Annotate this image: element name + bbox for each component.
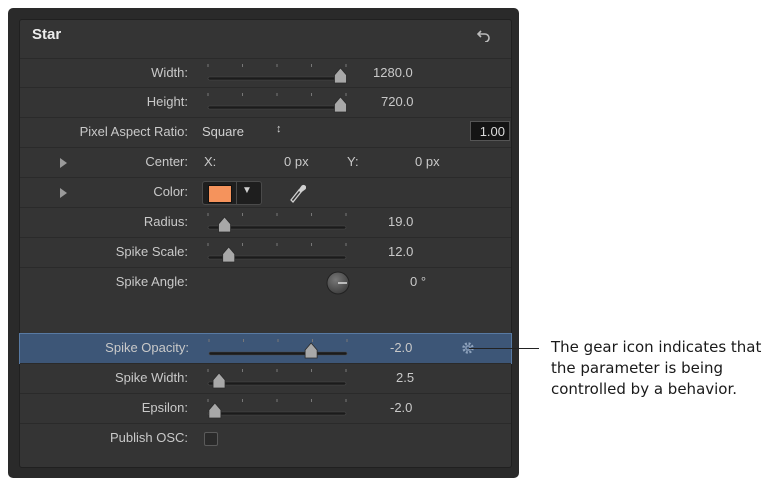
spike-width-slider[interactable] xyxy=(202,368,352,390)
slider-thumb xyxy=(218,216,231,233)
center-y-value[interactable]: 0 px xyxy=(415,154,440,169)
pixel-aspect-ratio-label: Pixel Aspect Ratio: xyxy=(79,124,188,139)
slider-track xyxy=(208,351,348,356)
callout-line-3: controlled by a behavior. xyxy=(551,380,738,398)
spike-scale-value[interactable]: 12.0 xyxy=(388,244,413,259)
spike-scale-slider[interactable] xyxy=(202,242,352,264)
slider-thumb xyxy=(334,96,347,113)
popup-updown-icon[interactable]: ↕ xyxy=(276,123,282,135)
star-parameters-panel: Star Width: 1280.0 Height: 720.0 Pixel A… xyxy=(19,19,512,468)
color-swatch[interactable] xyxy=(208,185,232,203)
panel-title: Star xyxy=(32,26,62,43)
row-spike-width: Spike Width: 2.5 xyxy=(20,363,511,393)
slider-track xyxy=(207,76,347,81)
row-color: Color: ▼ xyxy=(20,177,511,207)
color-well-divider xyxy=(236,182,237,204)
color-dropdown-arrow-icon[interactable]: ▼ xyxy=(242,185,252,196)
slider-thumb xyxy=(304,342,318,359)
row-epsilon: Epsilon: -2.0 xyxy=(20,393,511,423)
eyedropper-icon[interactable] xyxy=(288,181,306,203)
epsilon-label: Epsilon: xyxy=(141,400,188,415)
angle-dial-icon[interactable] xyxy=(326,271,350,295)
color-label: Color: xyxy=(153,184,188,199)
slider-track xyxy=(207,411,347,416)
epsilon-slider[interactable] xyxy=(202,398,352,420)
row-height: Height: 720.0 xyxy=(20,87,511,117)
slider-thumb xyxy=(334,67,347,84)
color-disclosure-icon[interactable] xyxy=(60,188,67,198)
center-y-label: Y: xyxy=(347,154,359,169)
row-spike-opacity: Spike Opacity: -2.0 xyxy=(19,333,512,364)
slider-thumb xyxy=(208,402,222,419)
spike-opacity-label: Spike Opacity: xyxy=(105,340,189,355)
slider-track xyxy=(207,381,347,386)
height-label: Height: xyxy=(146,94,188,109)
spike-angle-value[interactable]: 0 ° xyxy=(410,274,426,289)
pixel-aspect-ratio-popup[interactable]: Square xyxy=(202,124,244,139)
slider-thumb xyxy=(222,246,236,263)
publish-osc-label: Publish OSC: xyxy=(109,430,188,445)
slider-thumb xyxy=(212,372,226,389)
center-label: Center: xyxy=(145,154,188,169)
row-spike-angle: Spike Angle: 0 ° xyxy=(20,267,511,297)
row-pixel-aspect-ratio: Pixel Aspect Ratio: Square ↕ 1.00 xyxy=(20,117,511,147)
center-x-value[interactable]: 0 px xyxy=(284,154,309,169)
epsilon-value[interactable]: -2.0 xyxy=(390,400,412,415)
slider-track xyxy=(207,105,347,110)
color-well[interactable]: ▼ xyxy=(202,181,262,205)
radius-slider[interactable] xyxy=(202,212,352,234)
callout-leader-line xyxy=(469,348,539,349)
callout-line-1: The gear icon indicates that xyxy=(551,338,762,356)
center-x-label: X: xyxy=(204,154,217,169)
center-disclosure-icon[interactable] xyxy=(60,158,67,168)
row-publish-osc: Publish OSC: xyxy=(20,423,511,453)
reset-arrow-icon[interactable] xyxy=(477,28,491,42)
row-spike-scale: Spike Scale: 12.0 xyxy=(20,237,511,267)
callout-text: The gear icon indicates that the paramet… xyxy=(551,337,781,400)
width-value[interactable]: 1280.0 xyxy=(373,65,413,80)
width-label: Width: xyxy=(151,65,188,80)
radius-label: Radius: xyxy=(143,214,188,229)
publish-osc-checkbox[interactable] xyxy=(204,432,218,446)
spike-scale-label: Spike Scale: xyxy=(115,244,188,259)
callout-line-2: the parameter is being xyxy=(551,359,724,377)
radius-value[interactable]: 19.0 xyxy=(388,214,413,229)
spike-angle-label: Spike Angle: xyxy=(115,274,188,289)
spike-opacity-value[interactable]: -2.0 xyxy=(390,340,412,355)
row-radius: Radius: 19.0 xyxy=(20,207,511,237)
spike-opacity-slider[interactable] xyxy=(203,338,353,360)
spike-width-value[interactable]: 2.5 xyxy=(396,370,414,385)
height-slider[interactable] xyxy=(202,92,352,114)
width-slider[interactable] xyxy=(202,63,352,85)
spike-width-label: Spike Width: xyxy=(115,370,188,385)
pixel-aspect-ratio-value[interactable]: 1.00 xyxy=(470,121,510,141)
row-width: Width: 1280.0 xyxy=(20,58,511,88)
row-center: Center: X: 0 px Y: 0 px xyxy=(20,147,511,177)
height-value[interactable]: 720.0 xyxy=(381,94,414,109)
